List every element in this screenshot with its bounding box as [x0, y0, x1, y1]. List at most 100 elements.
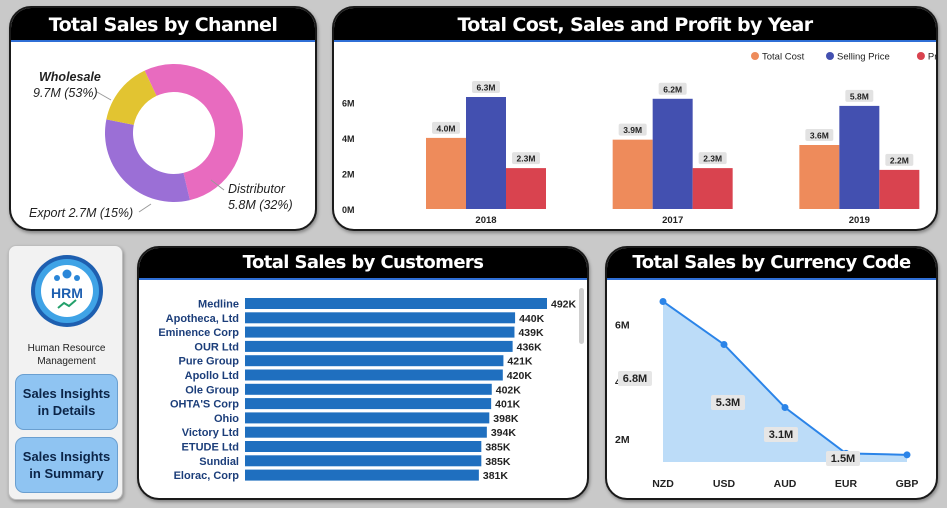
currency-value-label: 1.5M: [831, 453, 855, 465]
currency-point[interactable]: [720, 340, 728, 348]
hrm-logo-text: HRM: [51, 285, 83, 301]
year-x-tick: 2018: [475, 215, 496, 226]
customer-value-label: 401K: [495, 399, 521, 411]
customer-bar[interactable]: [245, 441, 482, 452]
customer-bar[interactable]: [245, 312, 516, 324]
customer-name: OHTA'S Corp: [170, 399, 239, 411]
wholesale-label-name: Wholesale: [39, 70, 101, 84]
customer-name: Apotheca, Ltd: [166, 313, 239, 325]
customer-name: Apollo Ltd: [185, 370, 239, 382]
year-bar[interactable]: [466, 97, 506, 209]
customer-bar[interactable]: [245, 340, 513, 352]
customer-value-label: 402K: [496, 384, 522, 396]
customer-bar[interactable]: [245, 426, 487, 438]
year-bar[interactable]: [879, 169, 920, 209]
year-bar[interactable]: [799, 145, 840, 209]
customer-bar[interactable]: [245, 398, 492, 410]
wholesale-leader-line: [96, 91, 112, 101]
customer-name: Pure Group: [178, 356, 239, 368]
legend-label[interactable]: Selling Price: [837, 52, 890, 63]
customer-bar[interactable]: [245, 455, 482, 467]
org-name-line2: Management: [37, 356, 96, 367]
customer-value-label: 436K: [517, 341, 543, 353]
year-bar[interactable]: [652, 98, 693, 209]
details-button-line2: in Details: [37, 403, 96, 418]
customer-name: Sundial: [199, 456, 239, 468]
customer-name: Medline: [198, 299, 239, 311]
customer-name: Victory Ltd: [182, 427, 239, 439]
year-bar[interactable]: [426, 137, 466, 209]
customer-name: OUR Ltd: [194, 341, 239, 353]
year-bar-label: 4.0M: [437, 123, 456, 133]
legend-label[interactable]: Total Cost: [762, 52, 805, 63]
customer-bar[interactable]: [245, 412, 490, 424]
legend-label[interactable]: Profit: [928, 52, 936, 63]
legend-marker: [751, 52, 759, 60]
customers-card: Total Sales by Customers Medline 492K Apot…: [137, 246, 589, 500]
customer-value-label: 420K: [507, 370, 533, 382]
year-bar-label: 5.8M: [850, 91, 869, 101]
year-bar-label: 6.2M: [663, 84, 682, 94]
donut-slice-distributor[interactable]: [105, 119, 190, 202]
year-bar-label: 2.3M: [703, 154, 722, 164]
distributor-label-value: 5.8M (32%): [228, 198, 293, 212]
currency-point[interactable]: [781, 404, 789, 412]
year-y-tick: 6M: [342, 98, 355, 108]
year-y-tick: 0M: [342, 205, 355, 215]
currency-x-tick: GBP: [896, 478, 919, 490]
customer-bar[interactable]: [245, 355, 504, 367]
currency-value-label: 6.8M: [623, 373, 647, 385]
sales-insights-summary-button[interactable]: Sales Insights in Summary: [15, 437, 118, 493]
currency-point[interactable]: [903, 451, 911, 459]
currency-y-tick: 6M: [615, 319, 630, 331]
customer-value-label: 492K: [551, 299, 577, 311]
year-bar-label: 2.3M: [517, 154, 536, 164]
year-bar-label: 3.6M: [810, 131, 829, 141]
customer-bar[interactable]: [245, 298, 547, 309]
customer-value-label: 381K: [483, 470, 509, 482]
export-leader-line: [138, 203, 152, 213]
currency-point[interactable]: [659, 297, 667, 305]
currency-x-tick: AUD: [774, 478, 797, 490]
wholesale-label-value: 9.7M (53%): [33, 86, 98, 100]
summary-button-line2: in Summary: [29, 466, 104, 481]
year-bar-label: 3.9M: [623, 125, 642, 135]
customer-value-label: 385K: [485, 442, 511, 454]
customer-name: ETUDE Ltd: [182, 442, 239, 454]
year-bar[interactable]: [506, 168, 546, 209]
channel-card-title: Total Sales by Channel: [11, 8, 315, 42]
customer-value-label: 394K: [491, 427, 517, 439]
customer-bar[interactable]: [245, 383, 492, 395]
customer-bar[interactable]: [245, 326, 515, 338]
year-bar[interactable]: [839, 105, 880, 209]
year-bar[interactable]: [692, 168, 733, 209]
channel-card: Total Sales by Channel Wholesale 9.7M (5…: [9, 6, 317, 231]
year-bar[interactable]: [612, 139, 653, 209]
year-x-tick: 2019: [849, 215, 870, 226]
customer-name: Eminence Corp: [158, 327, 239, 339]
navigation-panel: HRM Human Resource Management Sales Insi…: [8, 245, 123, 500]
customer-value-label: 440K: [519, 313, 545, 325]
customer-name: Ohio: [214, 413, 239, 425]
legend-marker: [826, 52, 834, 60]
currency-value-label: 5.3M: [716, 397, 740, 409]
legend-marker: [916, 52, 925, 60]
customer-value-label: 385K: [485, 456, 511, 468]
currency-x-tick: USD: [713, 478, 736, 490]
year-y-tick: 2M: [342, 169, 355, 179]
customers-card-title: Total Sales by Customers: [139, 248, 587, 280]
currency-x-tick: NZD: [652, 478, 674, 490]
customer-bar[interactable]: [245, 469, 479, 481]
year-bar-label: 6.3M: [477, 83, 496, 93]
distributor-label-name: Distributor: [228, 182, 286, 196]
currency-card-title: Total Sales by Currency Code: [607, 248, 936, 280]
details-button-line1: Sales Insights: [22, 386, 111, 401]
customers-scrollbar[interactable]: [579, 288, 584, 344]
hrm-logo: HRM: [31, 255, 103, 327]
sales-insights-details-button[interactable]: Sales Insights in Details: [15, 374, 118, 430]
customer-bar[interactable]: [245, 369, 503, 381]
summary-button-line1: Sales Insights: [22, 449, 111, 464]
year-bar-chart: 0M 2M 4M 6M Total Cost Selling Price Profit 4.0…: [342, 52, 936, 227]
donut-slices: [105, 63, 244, 202]
customer-value-label: 439K: [518, 327, 544, 339]
